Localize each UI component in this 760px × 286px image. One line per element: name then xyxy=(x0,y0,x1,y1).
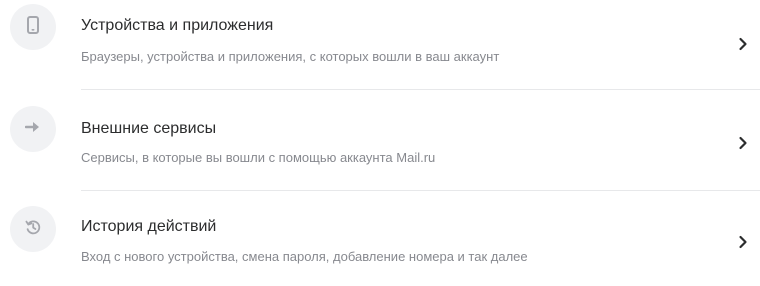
history-icon xyxy=(25,219,41,240)
item-title: Устройства и приложения xyxy=(81,17,274,34)
chevron-right-icon[interactable] xyxy=(736,37,750,51)
list-item-activity-history[interactable]: История действий Вход с нового устройств… xyxy=(0,191,760,286)
chevron-right-icon[interactable] xyxy=(736,136,750,150)
item-title: История действий xyxy=(81,218,217,235)
icon-container xyxy=(10,4,56,50)
chevron-right-icon[interactable] xyxy=(736,235,750,249)
list-item-devices-and-apps[interactable]: Устройства и приложения Браузеры, устрой… xyxy=(0,0,760,90)
icon-container xyxy=(10,206,56,252)
item-subtitle: Вход с нового устройства, смена пароля, … xyxy=(81,249,528,264)
item-subtitle: Сервисы, в которые вы вошли с помощью ак… xyxy=(81,150,436,165)
icon-container xyxy=(10,106,56,152)
list-item-external-services[interactable]: Внешние сервисы Сервисы, в которые вы во… xyxy=(0,90,760,191)
arrow-right-icon xyxy=(24,120,41,139)
item-subtitle: Браузеры, устройства и приложения, с кот… xyxy=(81,49,500,64)
item-title: Внешние сервисы xyxy=(81,120,217,137)
security-settings-list: Устройства и приложения Браузеры, устрой… xyxy=(0,0,760,286)
mobile-device-icon xyxy=(26,15,40,39)
